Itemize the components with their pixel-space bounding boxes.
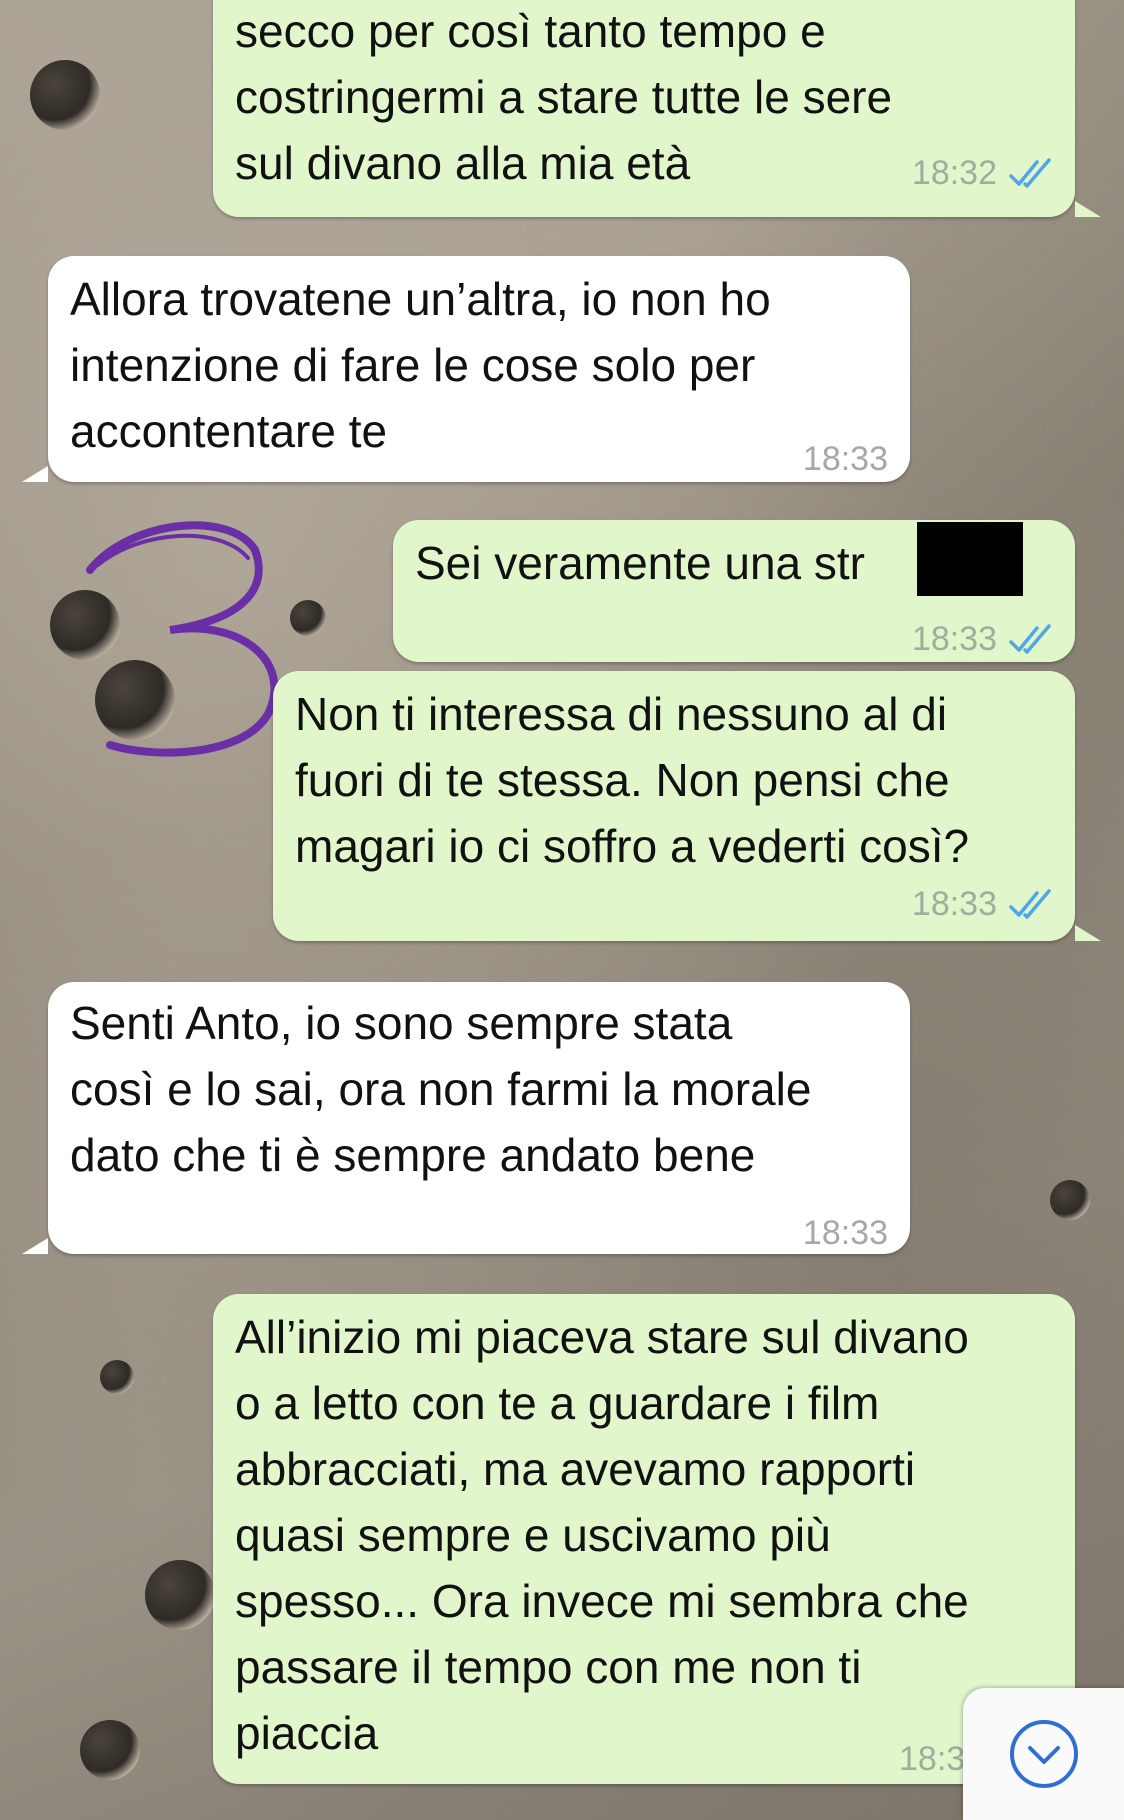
chevron-down-circle-icon bbox=[1009, 1720, 1078, 1788]
message-incoming[interactable]: Senti Anto, io sono sempre stata così e … bbox=[48, 982, 910, 1254]
message-text: All’inizio mi piaceva stare sul divano o… bbox=[235, 1311, 969, 1759]
message-meta: 18:3 bbox=[899, 1726, 965, 1792]
message-incoming[interactable]: Allora trovatene un’altra, io non ho int… bbox=[48, 256, 910, 482]
scroll-to-bottom-button[interactable] bbox=[963, 1688, 1124, 1820]
message-time: 18:33 bbox=[802, 440, 888, 478]
message-time: 18:33 bbox=[911, 885, 997, 923]
message-text: Allora trovatene un’altra, io non ho int… bbox=[70, 273, 771, 457]
bubble-tail bbox=[22, 466, 48, 482]
message-outgoing[interactable]: Sei veramente una str 18:33 bbox=[393, 520, 1075, 662]
bubble-tail bbox=[22, 1238, 48, 1254]
handwritten-three-annotation bbox=[86, 521, 279, 757]
message-time: 18:33 bbox=[802, 1214, 888, 1252]
message-outgoing[interactable]: secco per così tanto tempo e costringerm… bbox=[213, 0, 1075, 217]
message-time: 18:32 bbox=[911, 154, 997, 192]
message-meta: 18:33 bbox=[803, 426, 888, 492]
message-meta: 18:32 bbox=[912, 140, 1055, 206]
wallpaper-crater bbox=[80, 1720, 140, 1780]
double-check-icon bbox=[1009, 158, 1055, 188]
wallpaper-crater bbox=[30, 60, 100, 130]
wallpaper-crater bbox=[100, 1360, 134, 1394]
double-check-icon bbox=[1009, 889, 1055, 919]
wallpaper-crater bbox=[290, 600, 326, 636]
bubble-tail bbox=[1075, 925, 1101, 941]
redaction-box bbox=[917, 522, 1023, 596]
message-time: 18:33 bbox=[911, 620, 997, 658]
wallpaper-crater bbox=[1050, 1180, 1090, 1220]
wallpaper-crater bbox=[145, 1560, 215, 1630]
message-text: Senti Anto, io sono sempre stata così e … bbox=[70, 997, 812, 1181]
message-text: secco per così tanto tempo e costringerm… bbox=[235, 5, 893, 189]
message-outgoing[interactable]: Non ti interessa di nessuno al di fuori … bbox=[273, 671, 1075, 941]
message-time: 18:3 bbox=[899, 1740, 966, 1778]
message-meta: 18:33 bbox=[912, 871, 1055, 937]
message-meta: 18:33 bbox=[803, 1200, 888, 1266]
message-text: Non ti interessa di nessuno al di fuori … bbox=[295, 688, 970, 872]
bubble-tail bbox=[1075, 201, 1101, 217]
message-text: Sei veramente una str bbox=[415, 537, 866, 589]
double-check-icon bbox=[1009, 624, 1055, 654]
message-outgoing[interactable]: All’inizio mi piaceva stare sul divano o… bbox=[213, 1294, 1075, 1784]
message-meta: 18:33 bbox=[912, 606, 1055, 672]
